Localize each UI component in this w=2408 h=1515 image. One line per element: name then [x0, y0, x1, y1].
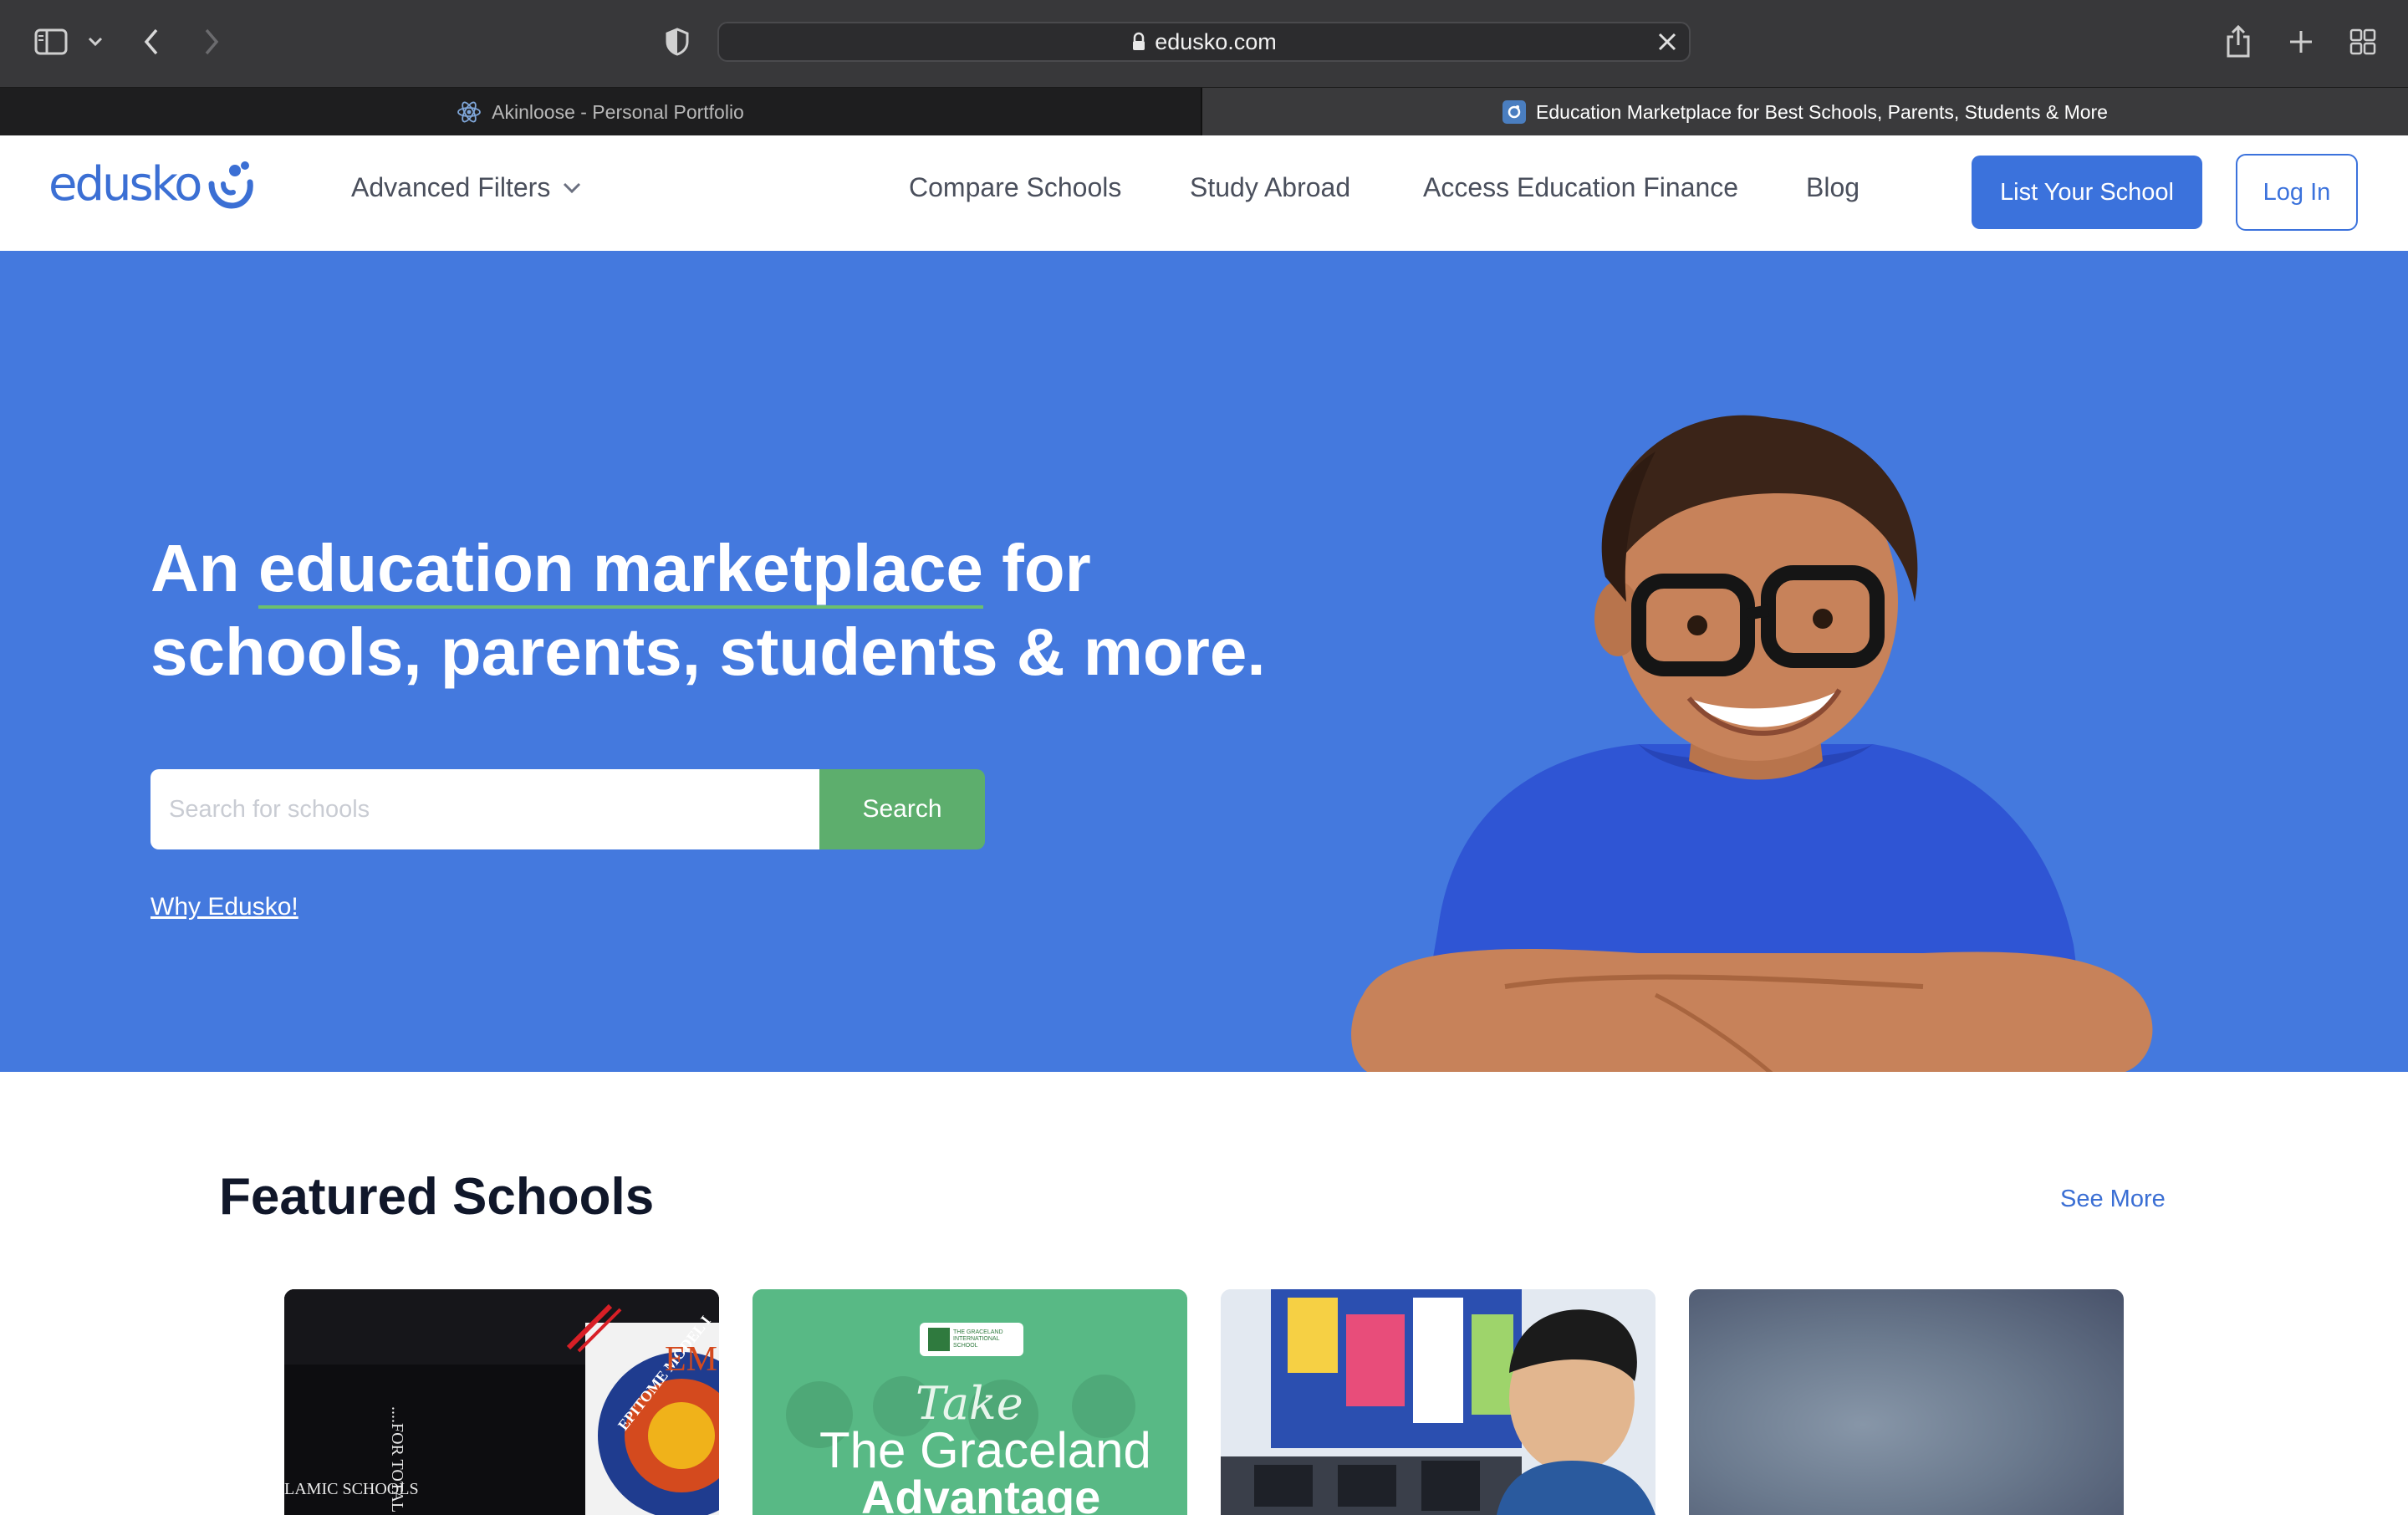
hero-title-prefix: An: [150, 531, 258, 605]
share-icon[interactable]: [2222, 23, 2254, 60]
chevron-down-icon[interactable]: [84, 30, 107, 54]
nav-label: Blog: [1806, 172, 1860, 202]
school-card[interactable]: [1221, 1289, 1656, 1515]
nav-label: Study Abroad: [1190, 172, 1351, 202]
back-icon[interactable]: [137, 25, 166, 59]
school-search-form: Search: [150, 769, 985, 849]
close-icon[interactable]: [1657, 32, 1677, 52]
log-in-button[interactable]: Log In: [2236, 154, 2358, 231]
new-tab-icon[interactable]: [2284, 25, 2318, 59]
hero-title-highlight: education marketplace: [258, 531, 983, 609]
nav-access-education-finance[interactable]: Access Education Finance: [1423, 172, 1738, 203]
edusko-favicon-icon: [1502, 100, 1527, 124]
tab-overview-icon[interactable]: [2346, 25, 2380, 59]
card-badge-letters: EM: [665, 1340, 717, 1379]
card-subheadline: Advantage: [861, 1471, 1101, 1515]
hero-section: An education marketplace for schools, pa…: [0, 251, 2408, 1072]
nav-label: Access Education Finance: [1423, 172, 1739, 202]
nav-compare-schools[interactable]: Compare Schools: [909, 172, 1121, 203]
tab-akinloose-portfolio[interactable]: Akinloose - Personal Portfolio: [0, 88, 1202, 136]
school-card-image: [1689, 1289, 2124, 1515]
react-favicon-icon: [457, 99, 482, 125]
chevron-down-icon: [562, 181, 582, 195]
address-url: edusko.com: [1155, 28, 1277, 54]
logo-text: edusko: [48, 157, 202, 212]
school-card-image: [1221, 1289, 1656, 1515]
school-card[interactable]: LAMIC SCHOOLS ....FOR TOTAL ACAD EPITOME…: [284, 1289, 719, 1515]
featured-schools-title: Featured Schools: [219, 1168, 655, 1226]
card-caption-vertical: ....FOR TOTAL ACAD: [388, 1406, 406, 1515]
search-input[interactable]: [150, 769, 819, 849]
tab-title: Education Marketplace for Best Schools, …: [1536, 100, 2108, 123]
sidebar-toggle-icon[interactable]: [32, 25, 70, 59]
student-hero-image: [1338, 410, 2207, 1072]
lock-icon: [1131, 32, 1146, 52]
privacy-shield-icon[interactable]: [661, 25, 694, 59]
address-bar[interactable]: edusko.com: [717, 22, 1691, 62]
logo-mark-icon: [205, 159, 257, 211]
search-button[interactable]: Search: [819, 769, 985, 849]
forward-icon[interactable]: [197, 25, 226, 59]
list-your-school-button[interactable]: List Your School: [1972, 156, 2202, 229]
school-card[interactable]: [1689, 1289, 2124, 1515]
hero-title: An education marketplace for schools, pa…: [150, 527, 1354, 694]
browser-tab-bar: Akinloose - Personal Portfolio Education…: [0, 87, 2408, 136]
browser-toolbar: edusko.com: [0, 0, 2408, 87]
why-edusko-link[interactable]: Why Edusko!: [150, 893, 298, 921]
nav-advanced-filters[interactable]: Advanced Filters: [351, 172, 582, 203]
school-card[interactable]: THE GRACELAND INTERNATIONAL SCHOOL Take …: [752, 1289, 1187, 1515]
tab-title: Akinloose - Personal Portfolio: [492, 100, 744, 123]
tab-edusko[interactable]: Education Marketplace for Best Schools, …: [1202, 88, 2408, 136]
nav-blog[interactable]: Blog: [1806, 172, 1860, 203]
site-header: edusko Advanced Filters Compare Schools …: [0, 135, 2408, 252]
card-badge-text: THE GRACELAND INTERNATIONAL SCHOOL: [953, 1329, 1003, 1349]
nav-label: Compare Schools: [909, 172, 1122, 202]
see-more-link[interactable]: See More: [2060, 1186, 2166, 1213]
nav-label: Advanced Filters: [351, 172, 551, 202]
edusko-logo[interactable]: edusko: [48, 157, 257, 212]
nav-study-abroad[interactable]: Study Abroad: [1190, 172, 1350, 203]
